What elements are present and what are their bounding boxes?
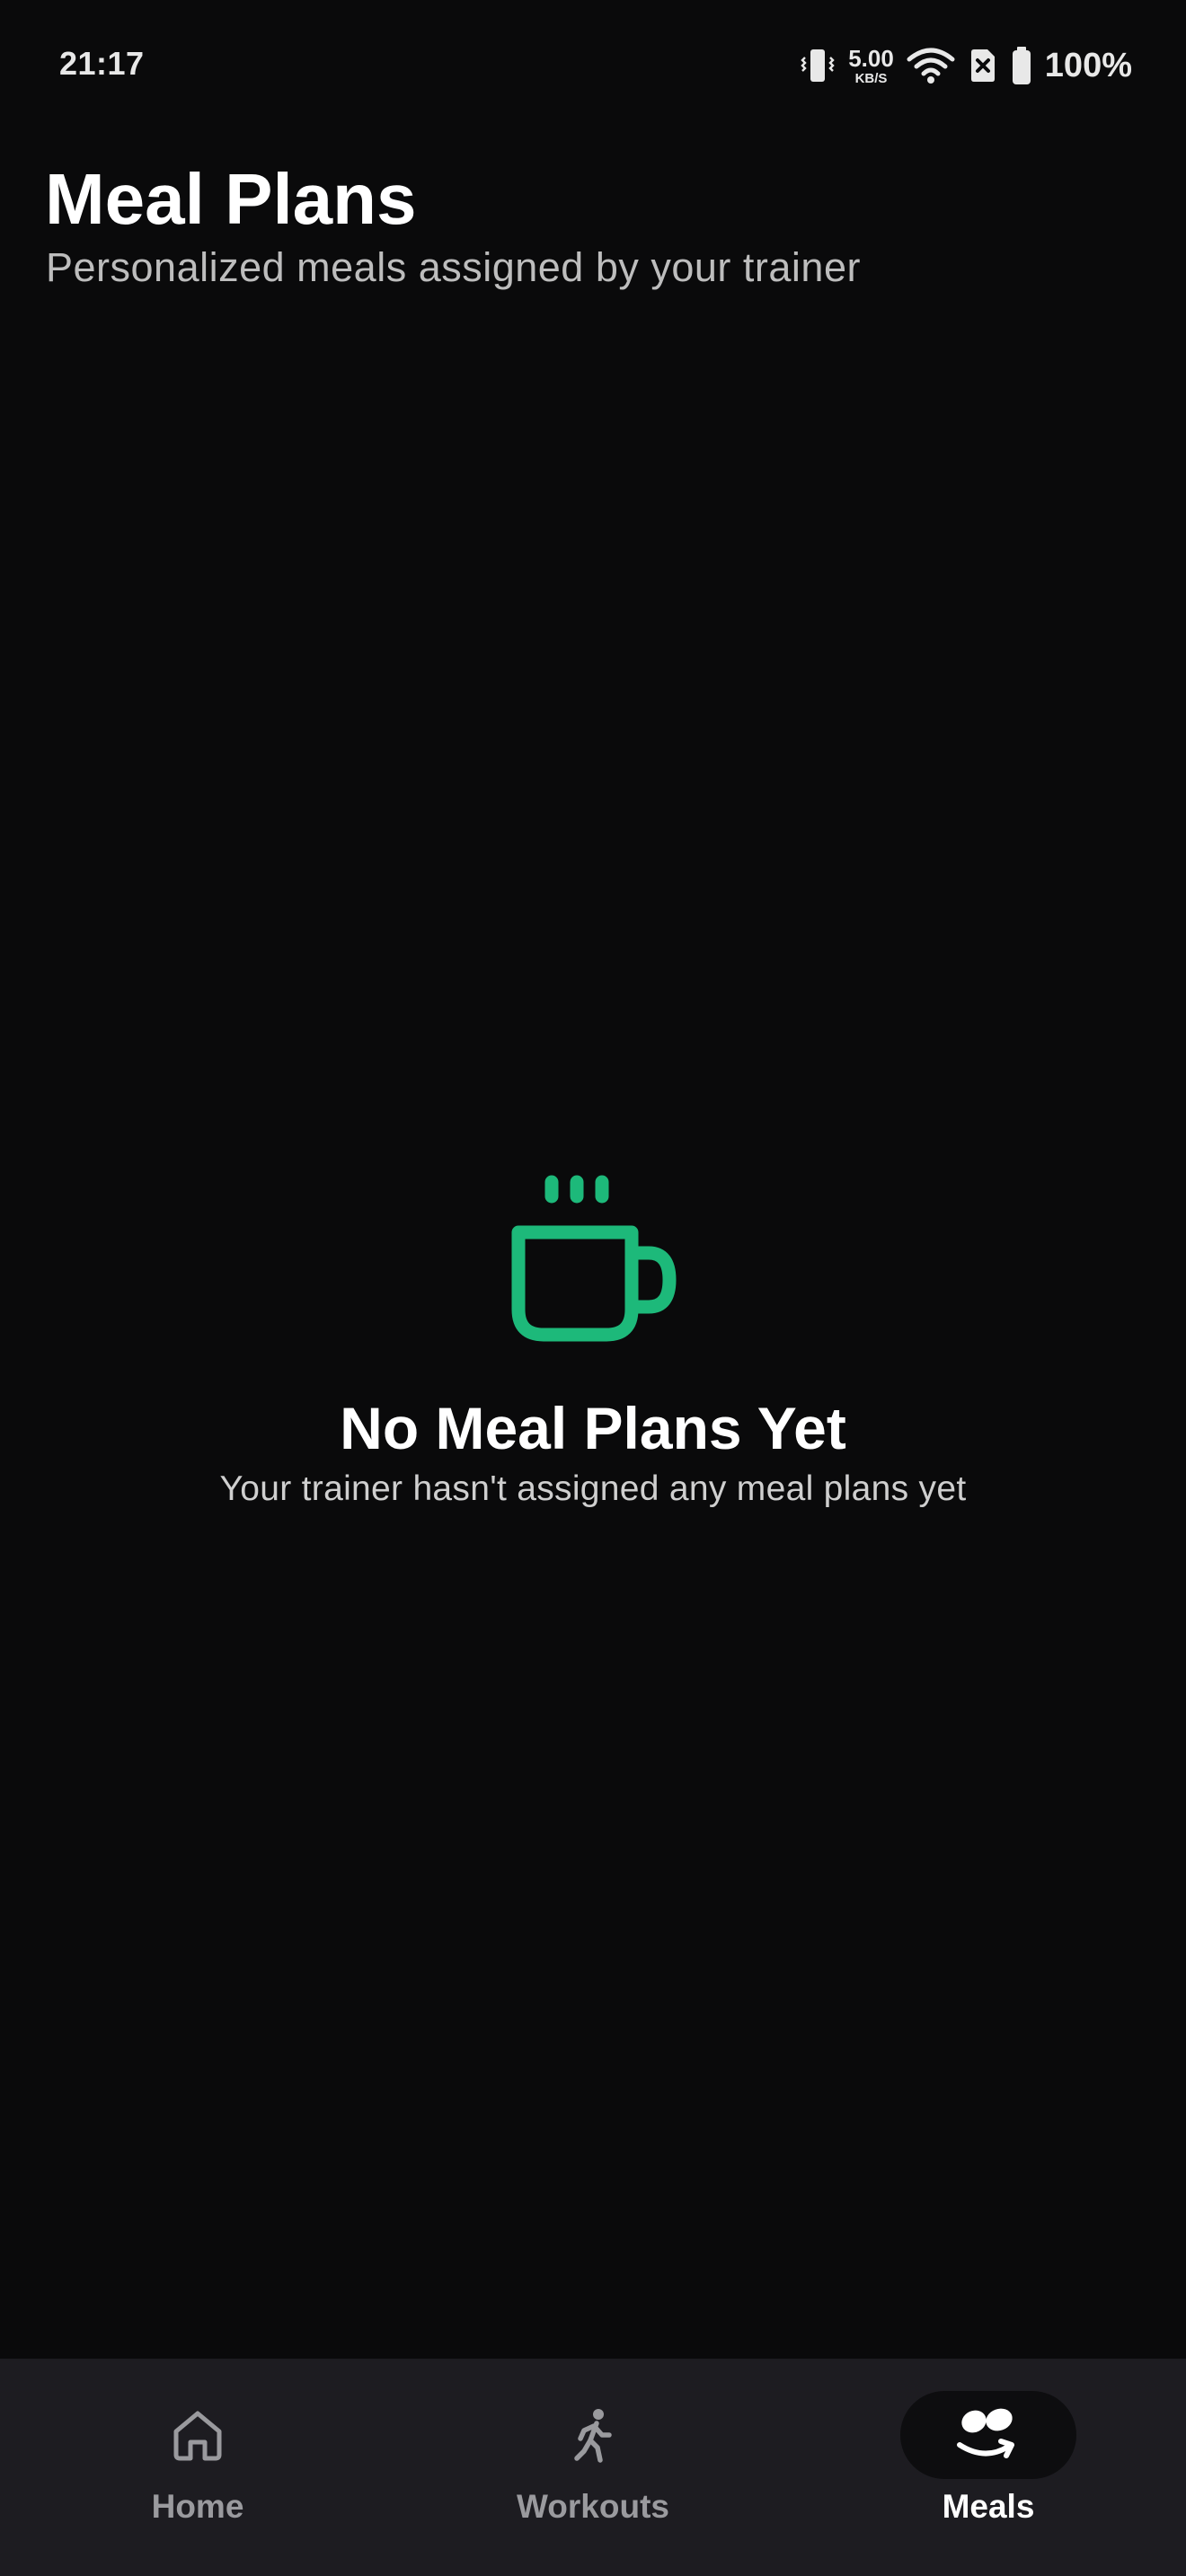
home-icon [173,2411,222,2461]
nav-label-meals: Meals [942,2488,1035,2525]
vibrate-icon [801,49,835,82]
status-time: 21:17 [59,45,145,82]
no-sim-icon [970,49,995,82]
network-speed-value: 5.00 [848,44,894,72]
bottom-navigation: Home Workouts Meals [0,2359,1186,2576]
nav-item-home[interactable]: Home [0,2359,395,2576]
network-speed: 5.00 KB/S [848,47,894,85]
battery-percentage: 100% [1044,46,1132,84]
empty-state: No Meal Plans Yet Your trainer hasn't as… [0,1168,1186,1509]
status-bar: 21:17 5.00 KB/S 100% [0,0,1186,135]
walking-icon [574,2409,612,2463]
nav-item-workouts[interactable]: Workouts [395,2359,791,2576]
page-title: Meal Plans [45,159,417,239]
coffee-cup-icon [511,1175,677,1342]
nav-label-workouts: Workouts [517,2488,669,2525]
nav-icon-container-active [900,2391,1076,2479]
status-icons: 5.00 KB/S 100% [800,43,1132,88]
wifi-icon [907,48,955,84]
nav-icon-container [505,2391,681,2479]
network-speed-unit: KB/S [854,70,888,86]
page-subtitle: Personalized meals assigned by your trai… [46,244,861,290]
battery-icon [1012,47,1031,84]
empty-state-title: No Meal Plans Yet [340,1395,846,1461]
nav-item-meals[interactable]: Meals [791,2359,1186,2576]
empty-state-description: Your trainer hasn't assigned any meal pl… [219,1469,967,1508]
meals-icon [957,2408,1014,2458]
nav-icon-container [110,2391,286,2479]
nav-label-home: Home [151,2488,244,2525]
